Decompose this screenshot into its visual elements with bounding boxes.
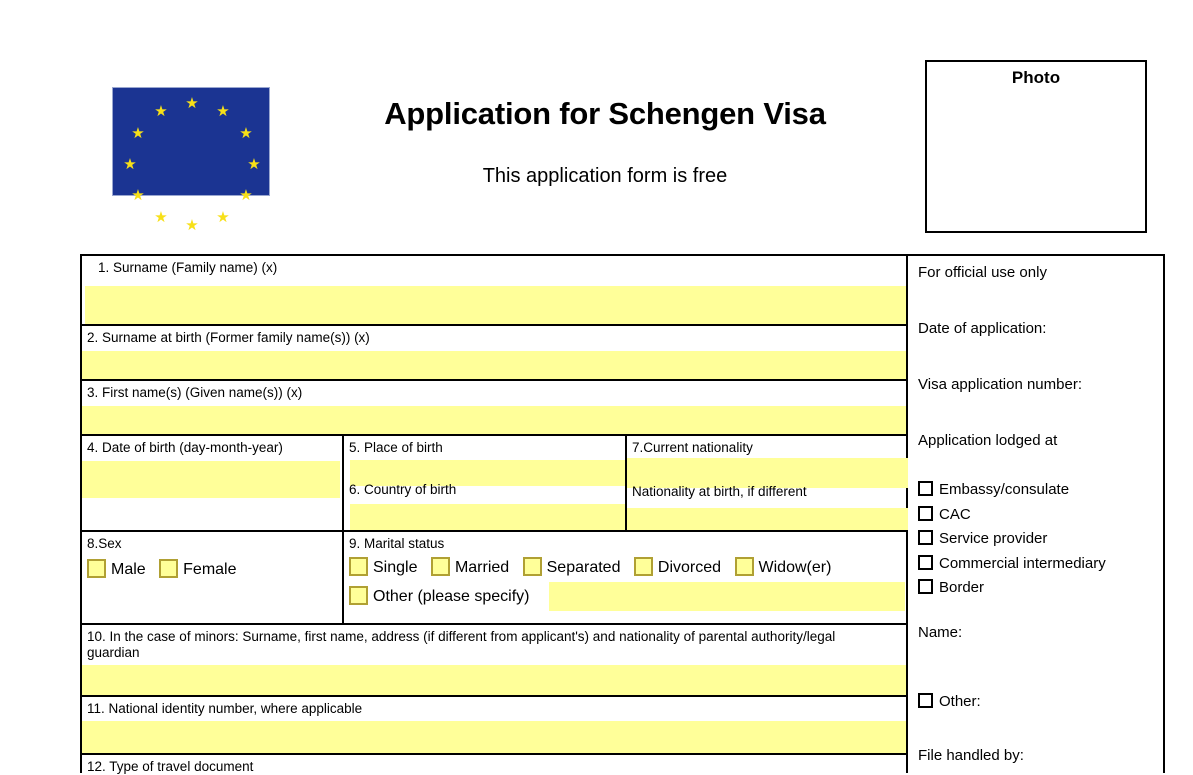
lodged-option-embassy[interactable]: Embassy/consulate — [918, 478, 1163, 503]
marital-option-single[interactable]: Single — [349, 555, 417, 581]
lodged-option-commercial-intermediary[interactable]: Commercial intermediary — [918, 552, 1163, 577]
lodged-option-cac-label: CAC — [939, 505, 971, 523]
title-block: Application for Schengen Visa This appli… — [300, 95, 910, 189]
field-4-input[interactable] — [82, 461, 340, 498]
date-of-application-label: Date of application: — [918, 320, 1047, 337]
photo-box[interactable]: Photo — [925, 60, 1147, 233]
field-1-label: 1. Surname (Family name) (x) — [98, 260, 278, 275]
field-1-input[interactable] — [85, 286, 906, 324]
field-2-surname-at-birth: 2. Surname at birth (Former family name(… — [82, 326, 906, 381]
field-9-marital-status: 9. Marital status Single Married Separat… — [344, 532, 906, 623]
checkbox-icon[interactable] — [918, 481, 933, 496]
birth-and-nationality-row: 4. Date of birth (day-month-year) 5. Pla… — [82, 436, 908, 532]
field-7-sub-input[interactable] — [627, 508, 908, 530]
field-11-label: 11. National identity number, where appl… — [87, 701, 363, 716]
field-1-surname: 1. Surname (Family name) (x) — [82, 256, 906, 326]
lodged-option-service-provider-label: Service provider — [939, 530, 1048, 547]
marital-option-separated[interactable]: Separated — [522, 555, 621, 581]
checkbox-icon[interactable] — [734, 557, 754, 576]
field-6-label: 6. Country of birth — [349, 482, 457, 497]
field-2-label: 2. Surname at birth (Former family name(… — [87, 330, 370, 345]
field-9-label: 9. Marital status — [349, 536, 445, 551]
field-4-date-of-birth: 4. Date of birth (day-month-year) — [82, 436, 344, 530]
official-other-label: Other: — [939, 692, 981, 710]
marital-option-divorced-label: Divorced — [657, 559, 722, 576]
eu-flag-icon: ★ ★ ★ ★ ★ ★ ★ ★ ★ ★ ★ ★ — [112, 87, 270, 233]
field-10-label: 10. In the case of minors: Surname, firs… — [87, 629, 836, 660]
lodged-option-cac[interactable]: CAC — [918, 503, 1163, 528]
checkbox-icon[interactable] — [633, 557, 653, 576]
official-use-column: For official use only Date of applicatio… — [908, 256, 1163, 773]
field-5-label: 5. Place of birth — [349, 440, 443, 455]
field-10-input[interactable] — [82, 665, 906, 695]
checkbox-icon[interactable] — [918, 530, 933, 545]
field-12-label: 12. Type of travel document — [87, 759, 254, 774]
sex-option-female[interactable]: Female — [159, 557, 237, 583]
visa-application-form: 1. Surname (Family name) (x) 2. Surname … — [80, 254, 1165, 775]
field-3-input[interactable] — [82, 406, 906, 434]
checkbox-icon[interactable] — [87, 559, 106, 578]
marital-option-other-label: Other (please specify) — [373, 588, 530, 605]
field-12-travel-document: 12. Type of travel document — [82, 755, 906, 775]
lodged-option-embassy-label: Embassy/consulate — [939, 481, 1070, 498]
field-10-minors: 10. In the case of minors: Surname, firs… — [82, 625, 906, 697]
checkbox-icon[interactable] — [918, 554, 933, 570]
checkbox-icon[interactable] — [430, 557, 450, 576]
marital-option-widow[interactable]: Widow(er) — [734, 555, 832, 581]
checkbox-icon[interactable] — [918, 692, 933, 708]
lodged-option-border-label: Border — [939, 579, 985, 596]
marital-option-other[interactable]: Other (please specify) — [349, 584, 530, 610]
field-7-nationality: 7.Current nationality Nationality at bir… — [627, 436, 908, 530]
lodged-option-commercial-intermediary-label: Commercial intermediary — [939, 554, 1106, 572]
field-11-input[interactable] — [82, 721, 906, 753]
field-8-sex: 8.Sex Male Female — [82, 532, 344, 623]
checkbox-icon[interactable] — [522, 557, 542, 576]
field-8-label: 8.Sex — [87, 536, 122, 551]
checkbox-icon[interactable] — [349, 557, 368, 576]
lodged-option-border[interactable]: Border — [918, 576, 1163, 601]
sex-marital-row: 8.Sex Male Female 9. Marital status Sing… — [82, 532, 906, 625]
marital-option-separated-label: Separated — [546, 559, 621, 576]
application-lodged-at-heading: Application lodged at — [918, 432, 1058, 449]
marital-option-single-label: Single — [373, 559, 418, 576]
checkbox-icon[interactable] — [918, 505, 933, 521]
photo-label: Photo — [1011, 68, 1061, 87]
field-3-first-names: 3. First name(s) (Given name(s)) (x) — [82, 381, 906, 436]
marital-option-married-label: Married — [454, 559, 510, 576]
sex-option-male[interactable]: Male — [87, 557, 146, 583]
sex-option-female-label: Female — [183, 561, 237, 578]
visa-application-number-label: Visa application number: — [918, 376, 1082, 393]
field-7-label: 7.Current nationality — [632, 440, 753, 455]
file-handled-by-label: File handled by: — [918, 747, 1024, 764]
field-7-sublabel: Nationality at birth, if different — [632, 484, 807, 499]
checkbox-icon[interactable] — [918, 579, 933, 594]
field-11-national-id: 11. National identity number, where appl… — [82, 697, 906, 755]
field-3-label: 3. First name(s) (Given name(s)) (x) — [87, 385, 303, 400]
page-subtitle: This application form is free — [482, 165, 728, 187]
page-title: Application for Schengen Visa — [384, 96, 826, 131]
marital-option-divorced[interactable]: Divorced — [633, 555, 722, 581]
official-use-heading: For official use only — [918, 264, 1047, 281]
applicant-fields-column: 1. Surname (Family name) (x) 2. Surname … — [82, 256, 908, 775]
page-header: ★ ★ ★ ★ ★ ★ ★ ★ ★ ★ ★ ★ Application for … — [0, 0, 1193, 245]
lodged-option-service-provider[interactable]: Service provider — [918, 527, 1163, 552]
field-4-label: 4. Date of birth (day-month-year) — [87, 440, 283, 455]
field-5-6-birthplace: 5. Place of birth 6. Country of birth — [344, 436, 627, 530]
field-6-input[interactable] — [350, 504, 625, 530]
field-2-input[interactable] — [82, 351, 906, 379]
official-name-label: Name: — [918, 623, 963, 641]
checkbox-icon[interactable] — [349, 586, 368, 605]
marital-option-married[interactable]: Married — [430, 555, 510, 581]
checkbox-icon[interactable] — [159, 559, 179, 578]
official-other-option[interactable]: Other: — [918, 690, 1163, 715]
sex-option-male-label: Male — [111, 561, 146, 578]
marital-option-widow-label: Widow(er) — [758, 559, 832, 576]
